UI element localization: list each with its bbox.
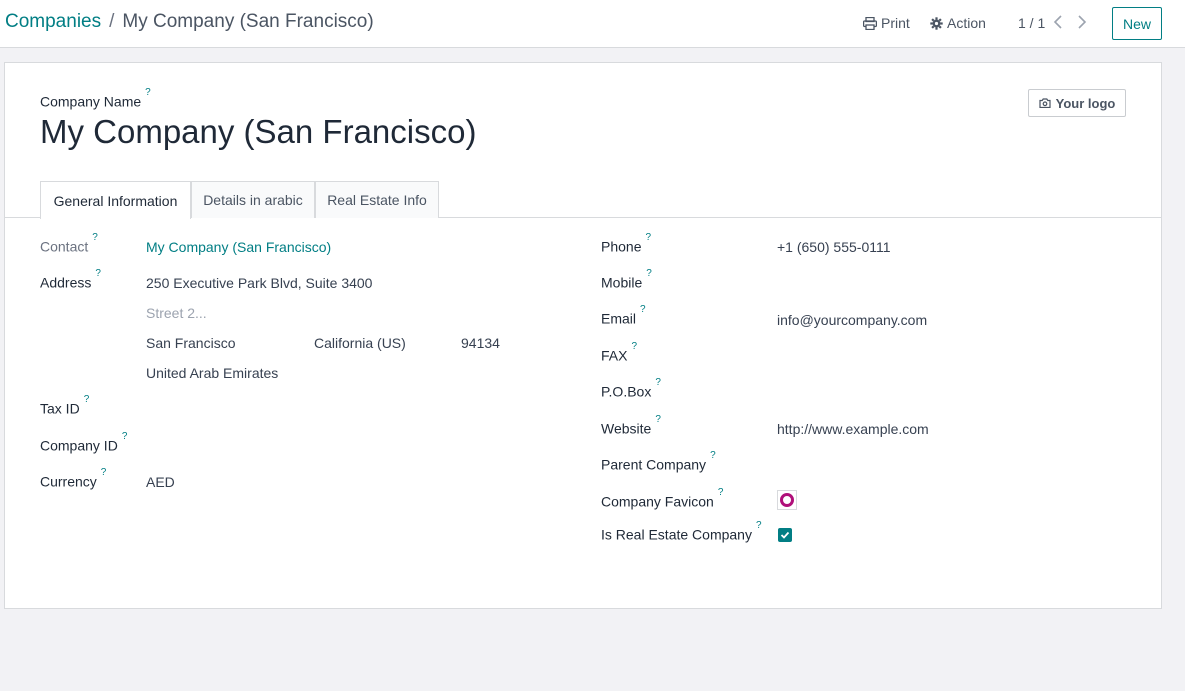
help-tooltip-icon[interactable]: ?	[718, 487, 724, 498]
currency-label: Currency?	[40, 467, 106, 490]
parent-company-label: Parent Company?	[601, 450, 716, 473]
tab-general-information[interactable]: General Information	[40, 181, 191, 219]
help-tooltip-icon[interactable]: ?	[640, 304, 646, 315]
company-favicon-label: Company Favicon?	[601, 487, 723, 510]
printer-icon	[863, 16, 877, 30]
help-tooltip-icon[interactable]: ?	[84, 394, 90, 405]
phone-label: Phone?	[601, 232, 651, 255]
form-sheet: Company Name? My Company (San Francisco)…	[4, 62, 1162, 609]
help-tooltip-icon[interactable]: ?	[92, 232, 98, 243]
breadcrumb-separator: /	[109, 11, 115, 32]
help-tooltip-icon[interactable]: ?	[655, 414, 661, 425]
currency-field[interactable]: AED	[146, 474, 175, 490]
country-field[interactable]: United Arab Emirates	[146, 365, 278, 381]
company-name-label: Company Name?	[40, 87, 151, 110]
company-favicon-label-text: Company Favicon	[601, 493, 714, 510]
fax-label-text: FAX	[601, 347, 628, 364]
print-button[interactable]: Print	[863, 15, 910, 31]
help-tooltip-icon[interactable]: ?	[631, 341, 637, 352]
phone-label-text: Phone	[601, 238, 642, 255]
email-field[interactable]: info@yourcompany.com	[777, 312, 927, 328]
pobox-label: P.O.Box?	[601, 377, 661, 400]
favicon-ring-icon	[780, 493, 794, 507]
contact-value-link[interactable]: My Company (San Francisco)	[146, 239, 331, 255]
breadcrumb-companies-link[interactable]: Companies	[5, 11, 101, 32]
street2-field[interactable]: Street 2...	[146, 305, 207, 321]
mobile-label-text: Mobile	[601, 274, 643, 291]
help-tooltip-icon[interactable]: ?	[710, 450, 716, 461]
notebook-tabs: General Information Details in arabic Re…	[5, 181, 1161, 219]
real-estate-company-label-text: Is Real Estate Company	[601, 526, 752, 543]
state-field[interactable]: California (US)	[314, 335, 406, 351]
new-button[interactable]: New	[1112, 7, 1162, 40]
control-panel: Companies / My Company (San Francisco) Pri…	[0, 0, 1185, 48]
real-estate-company-label: Is Real Estate Company?	[601, 520, 762, 543]
address-label: Address?	[40, 268, 101, 291]
company-favicon-image[interactable]	[777, 490, 797, 510]
breadcrumb: Companies / My Company (San Francisco)	[5, 11, 374, 33]
street-field[interactable]: 250 Executive Park Blvd, Suite 3400	[146, 275, 372, 291]
address-label-text: Address	[40, 274, 92, 291]
camera-icon	[1039, 98, 1051, 108]
phone-field[interactable]: +1 (650) 555-0111	[777, 239, 891, 255]
website-label-text: Website	[601, 420, 652, 437]
company-id-label-text: Company ID	[40, 437, 118, 454]
your-logo-label: Your logo	[1055, 95, 1116, 111]
zip-field[interactable]: 94134	[461, 335, 500, 351]
chevron-left-icon[interactable]	[1053, 14, 1063, 30]
real-estate-company-checkbox[interactable]	[778, 528, 792, 542]
company-name-label-text: Company Name	[40, 93, 142, 110]
help-tooltip-icon[interactable]: ?	[756, 520, 762, 531]
help-tooltip-icon[interactable]: ?	[122, 431, 128, 442]
help-tooltip-icon[interactable]: ?	[101, 467, 107, 478]
tax-id-label: Tax ID?	[40, 394, 89, 417]
action-label: Action	[947, 15, 986, 31]
contact-label: Contact?	[40, 232, 98, 255]
parent-company-label-text: Parent Company	[601, 456, 707, 473]
chevron-right-icon[interactable]	[1077, 14, 1087, 30]
your-logo-button[interactable]: Your logo	[1028, 89, 1126, 117]
tab-real-estate-info[interactable]: Real Estate Info	[315, 181, 439, 218]
tab-details-in-arabic[interactable]: Details in arabic	[191, 181, 315, 218]
help-tooltip-icon[interactable]: ?	[646, 268, 652, 279]
company-id-label: Company ID?	[40, 431, 127, 454]
gear-icon	[930, 16, 943, 30]
help-tooltip-icon[interactable]: ?	[145, 87, 151, 98]
action-button[interactable]: Action	[930, 15, 986, 31]
tax-id-label-text: Tax ID	[40, 400, 80, 417]
pager-value[interactable]: 1 / 1	[1018, 15, 1045, 31]
breadcrumb-current: My Company (San Francisco)	[122, 11, 374, 32]
currency-label-text: Currency	[40, 473, 97, 490]
email-label-text: Email	[601, 310, 637, 327]
print-label: Print	[881, 15, 910, 31]
company-name-field[interactable]: My Company (San Francisco)	[40, 113, 476, 151]
fax-label: FAX?	[601, 341, 637, 364]
help-tooltip-icon[interactable]: ?	[95, 268, 101, 279]
help-tooltip-icon[interactable]: ?	[655, 377, 661, 388]
website-label: Website?	[601, 414, 661, 437]
checkmark-icon	[780, 531, 790, 539]
website-field[interactable]: http://www.example.com	[777, 421, 929, 437]
help-tooltip-icon[interactable]: ?	[645, 232, 651, 243]
pobox-label-text: P.O.Box	[601, 383, 652, 400]
mobile-label: Mobile?	[601, 268, 652, 291]
city-field[interactable]: San Francisco	[146, 335, 235, 351]
contact-label-text: Contact	[40, 238, 89, 255]
email-label: Email?	[601, 304, 646, 327]
